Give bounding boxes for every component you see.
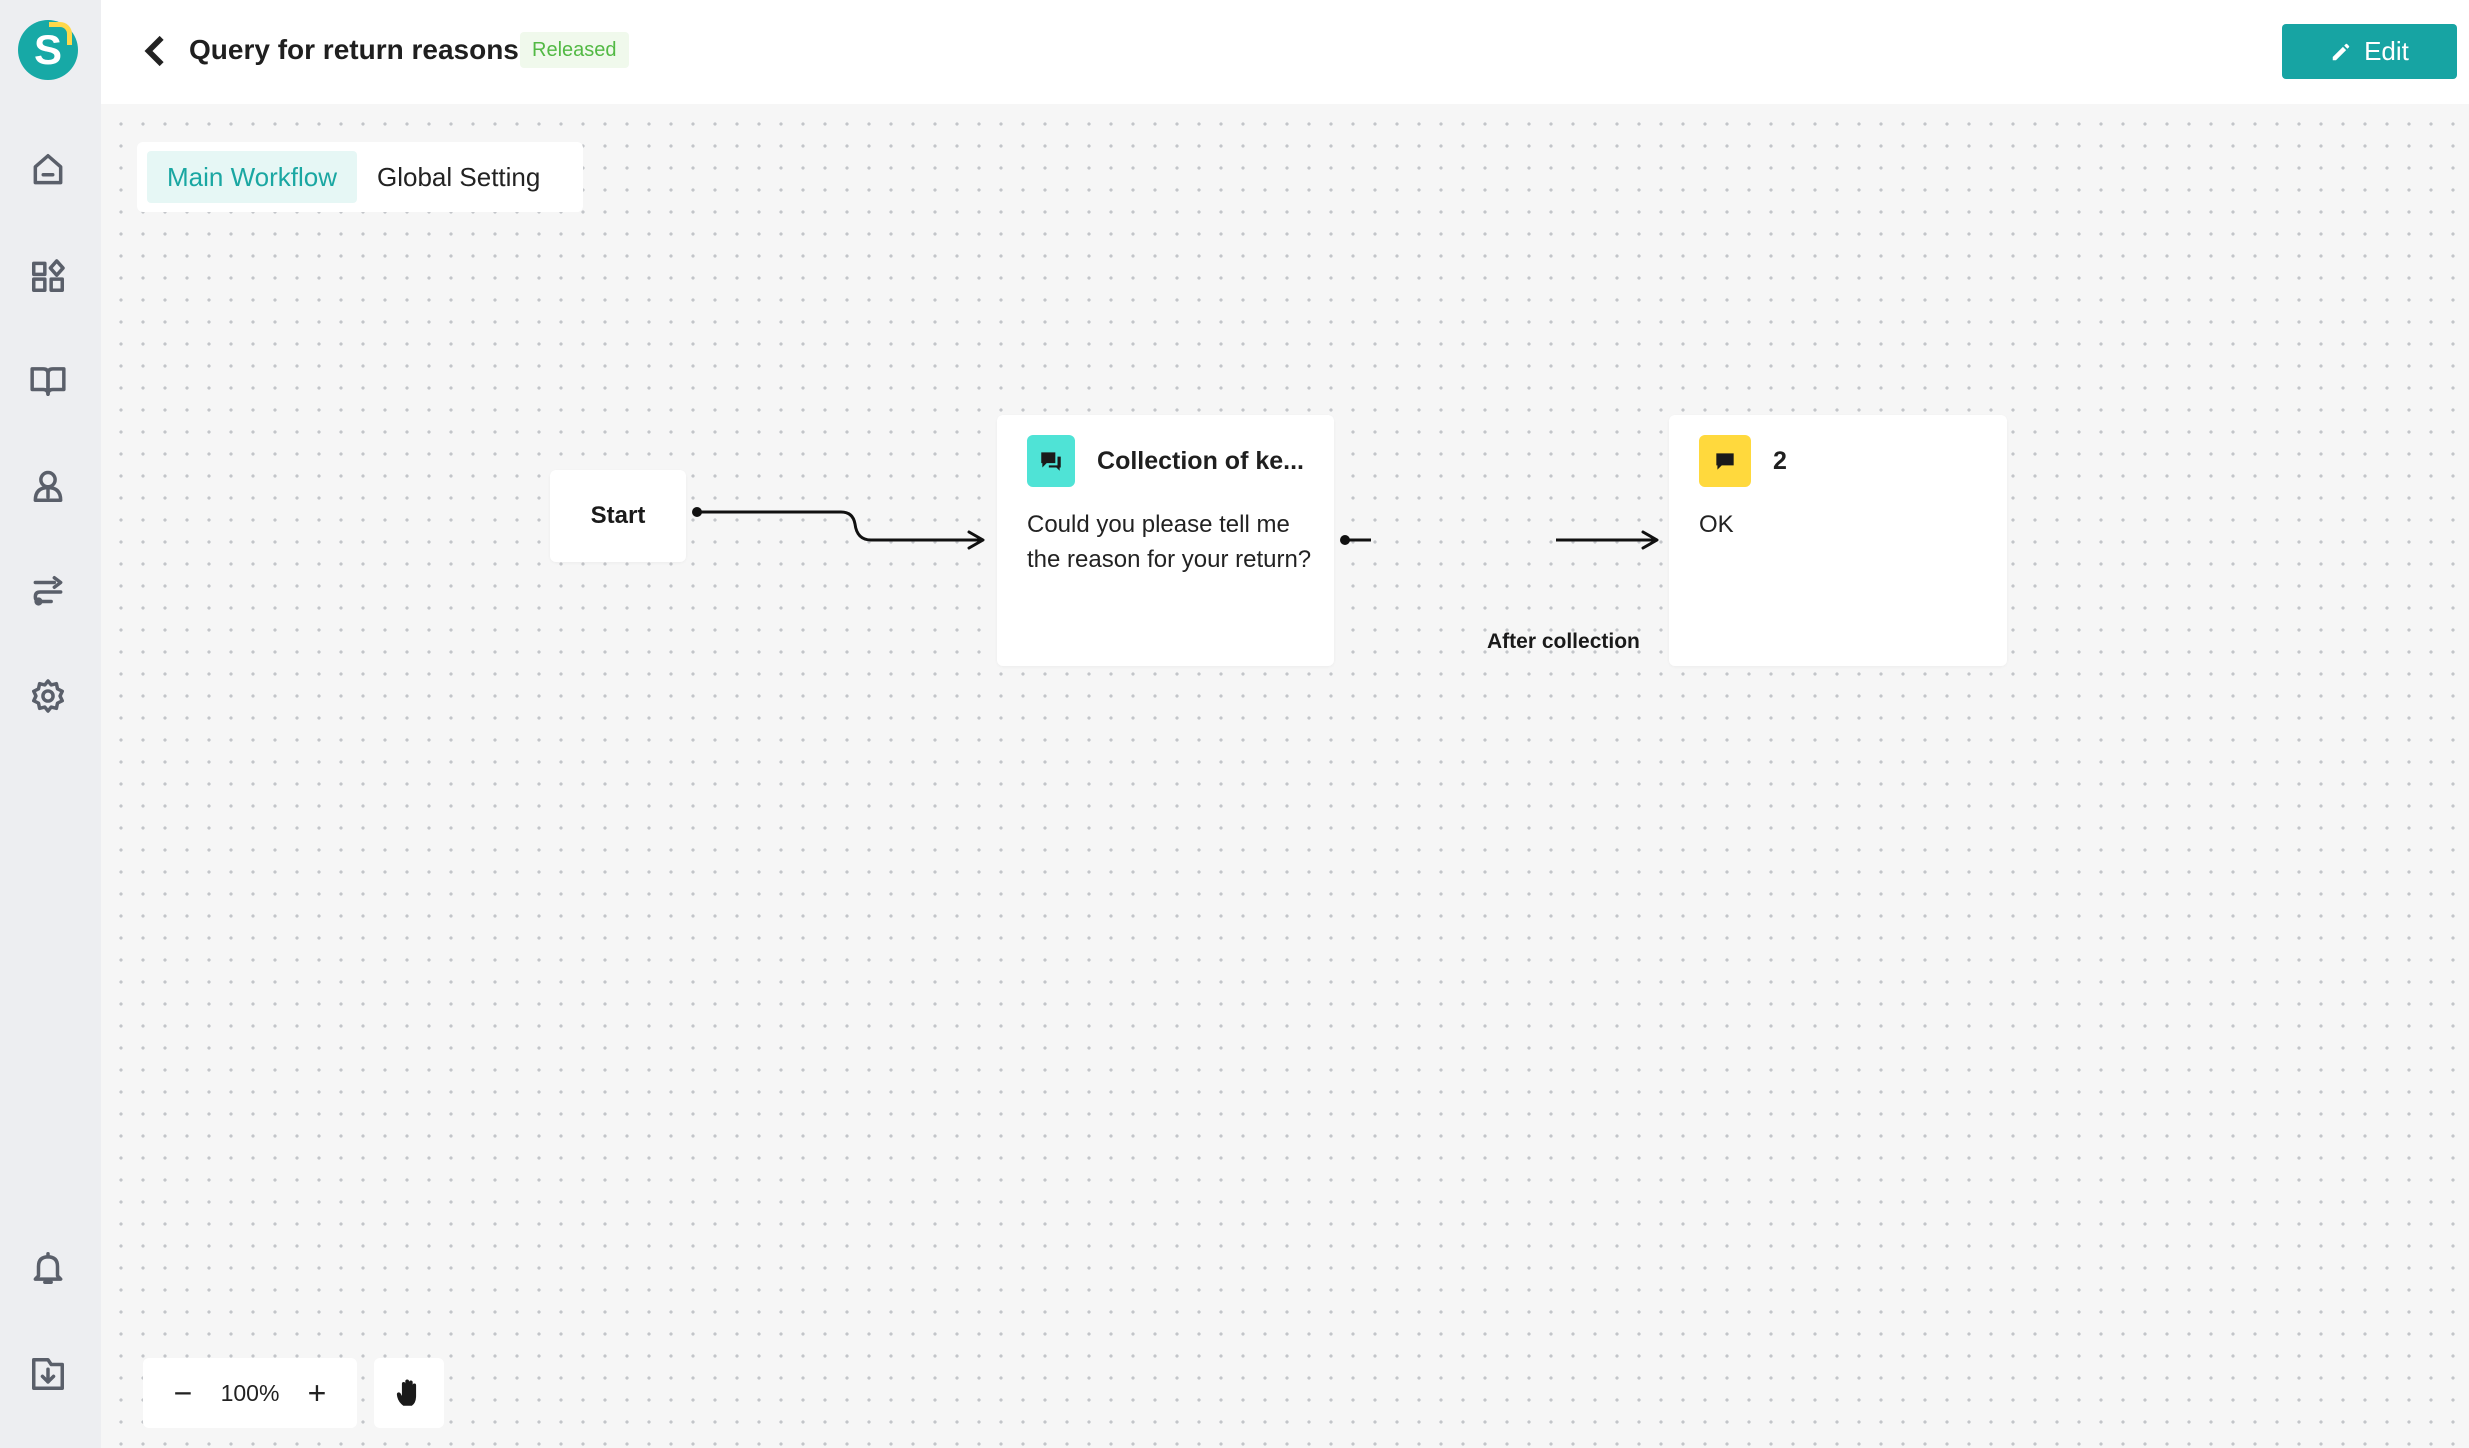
- chevron-left-icon: [144, 35, 164, 67]
- header: Query for return reasons Released Edit: [101, 0, 2469, 104]
- tab-global-setting[interactable]: Global Setting: [377, 151, 540, 203]
- edit-button-label: Edit: [2364, 36, 2409, 66]
- node-start[interactable]: Start: [550, 470, 686, 562]
- page-title: Query for return reasons: [189, 34, 519, 65]
- book-icon[interactable]: [28, 360, 68, 400]
- node-reply-body: OK: [1699, 511, 1734, 538]
- node-collection[interactable]: Collection of ke... Could you please tel…: [997, 415, 1334, 666]
- pan-tool-button[interactable]: [374, 1358, 444, 1428]
- chat-bubbles-icon: [1027, 435, 1076, 487]
- node-collection-title: Collection of ke...: [1097, 446, 1304, 475]
- apps-icon[interactable]: [28, 256, 68, 296]
- connectors: [692, 507, 1659, 550]
- sidebar: S: [0, 0, 101, 1448]
- node-reply-title: 2: [1773, 446, 1787, 475]
- edge-start-collect: [692, 507, 985, 550]
- chat-bubble-icon: [1699, 435, 1751, 487]
- workflow-canvas[interactable]: Main Workflow Global Setting Start Colle…: [101, 104, 2469, 1448]
- zoom-level: 100%: [220, 1379, 280, 1406]
- tab-main-workflow[interactable]: Main Workflow: [147, 151, 358, 203]
- zoom-out-button[interactable]: −: [171, 1375, 195, 1412]
- status-badge: Released: [520, 32, 629, 68]
- node-reply[interactable]: 2 OK: [1669, 415, 2007, 666]
- app-root: S Query for return reasons Released Edit…: [0, 0, 2469, 1448]
- app-logo[interactable]: S: [18, 20, 78, 80]
- hand-icon: [396, 1379, 417, 1406]
- zoom-controls: − 100% +: [143, 1358, 357, 1428]
- download-icon[interactable]: [28, 1354, 68, 1394]
- home-icon[interactable]: [28, 150, 68, 190]
- gear-icon[interactable]: [28, 676, 68, 716]
- zoom-in-button[interactable]: +: [305, 1375, 329, 1412]
- bell-icon[interactable]: [28, 1248, 68, 1288]
- node-collection-body: Could you please tell me the reason for …: [1027, 511, 1312, 573]
- flow-icon[interactable]: [28, 572, 68, 612]
- node-start-label: Start: [590, 502, 646, 529]
- workflow-tabs: Main Workflow Global Setting: [137, 142, 583, 212]
- edit-button[interactable]: Edit: [2282, 24, 2457, 79]
- back-button[interactable]: [141, 34, 171, 68]
- edge-collect-reply: [1340, 530, 1659, 550]
- pencil-icon: [2332, 43, 2350, 60]
- user-icon[interactable]: [28, 466, 68, 506]
- edge-label-after-collection: After collection: [1487, 630, 1640, 653]
